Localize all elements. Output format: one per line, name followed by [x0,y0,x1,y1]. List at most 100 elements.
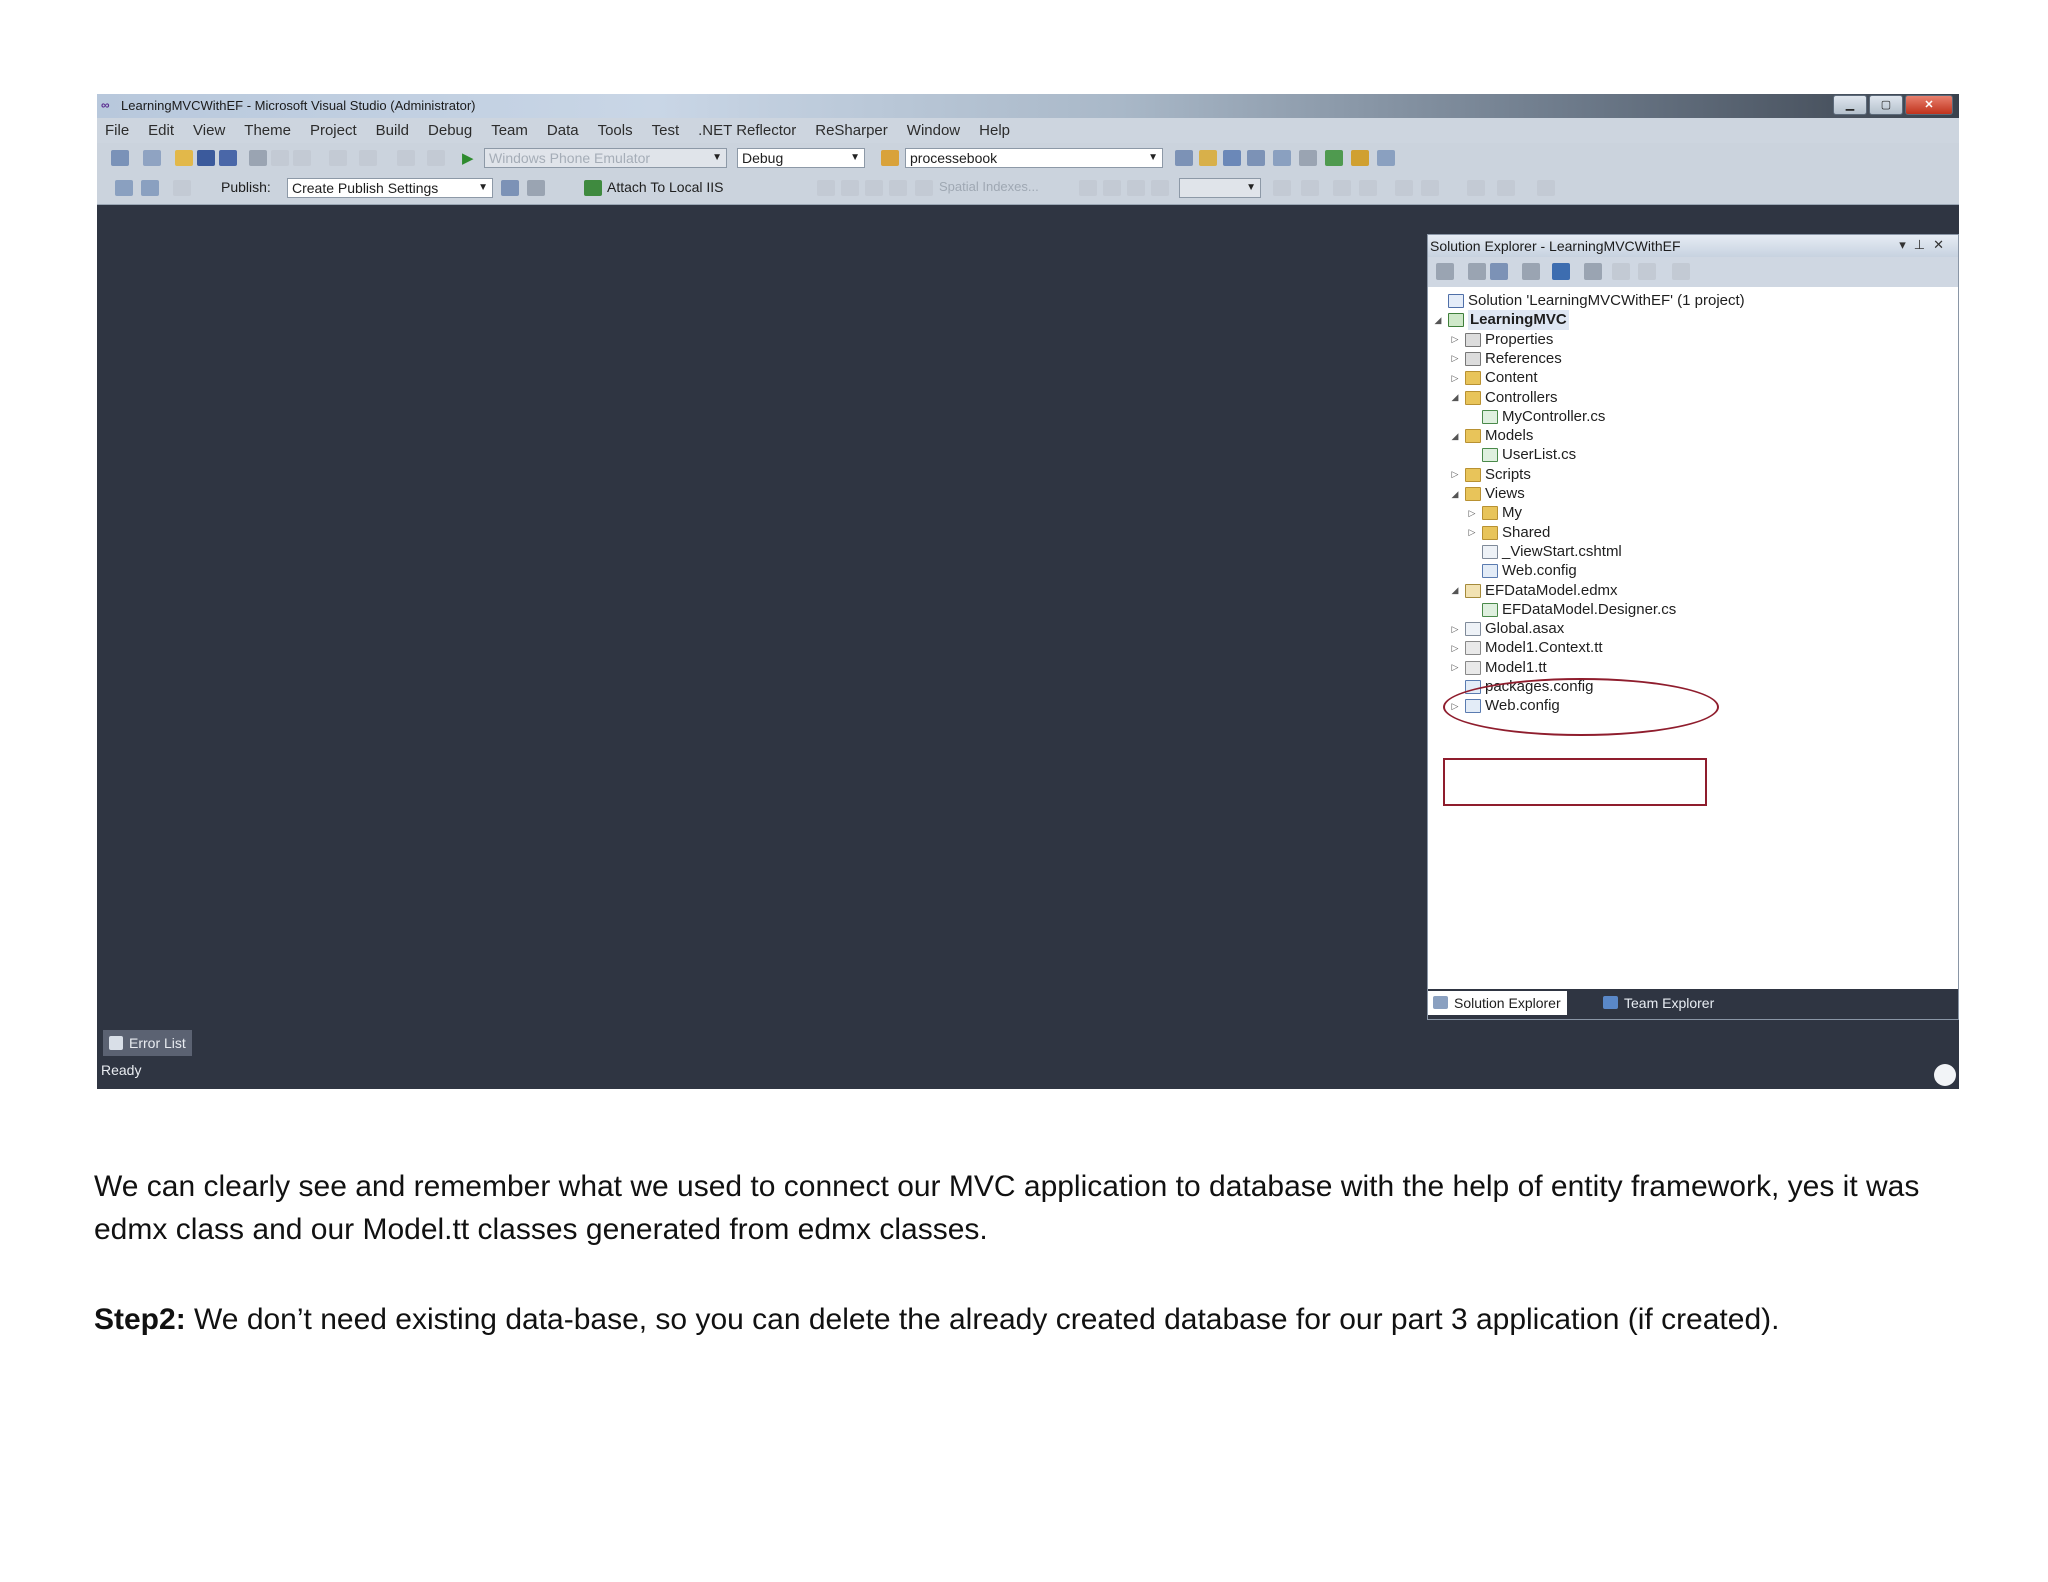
menu-team[interactable]: Team [491,122,528,139]
close-button[interactable]: ✕ [1905,95,1953,115]
object-browser-icon[interactable] [1199,150,1217,166]
tree-item[interactable]: ▷ Shared [1466,523,1551,543]
align-left-icon[interactable] [1333,180,1351,196]
spatial-indexes-label[interactable]: Spatial Indexes... [939,179,1039,194]
collapse-arrow-icon[interactable]: ◢ [1449,489,1461,500]
tree-item[interactable]: _ViewStart.cshtml [1466,542,1622,562]
tree-item[interactable]: ◢ Controllers [1449,388,1558,408]
attach-to-local-iis-label[interactable]: Attach To Local IIS [607,179,723,195]
collapse-arrow-icon[interactable]: ◢ [1449,431,1461,442]
tab-team-explorer[interactable]: Team Explorer [1598,991,1720,1015]
format-icon[interactable] [1537,180,1555,196]
manage-indexes-icon[interactable] [889,180,907,196]
collapse-arrow-icon[interactable]: ◢ [1432,315,1444,326]
view-code-icon[interactable] [1522,263,1540,280]
relationships-icon[interactable] [865,180,883,196]
menu-data[interactable]: Data [547,122,579,139]
start-debugging-icon[interactable]: ▶ [462,149,474,167]
add-new-item-icon[interactable] [1612,263,1630,280]
menu-window[interactable]: Window [907,122,960,139]
toolbox-icon[interactable] [1223,150,1241,166]
tree-item[interactable]: ▷ Properties [1449,330,1554,350]
configuration-combo[interactable]: Debug ▼ [737,148,865,168]
extension-manager-icon[interactable] [1299,150,1317,166]
spatial-indexes-icon[interactable] [915,180,933,196]
publish-web-icon[interactable] [501,180,519,196]
copy-icon[interactable] [271,150,289,166]
query-designer-icon[interactable] [817,180,835,196]
tree-item[interactable]: UserList.cs [1466,445,1576,465]
expand-arrow-icon[interactable]: ▷ [1449,334,1461,345]
tree-item[interactable]: ▷ Content [1449,368,1538,388]
new-project-icon[interactable] [111,150,129,166]
cut-icon[interactable] [249,150,267,166]
zoom-combo[interactable]: ▼ [1179,178,1261,198]
design-icon[interactable] [141,180,159,196]
maximize-button[interactable]: ▢ [1869,95,1903,115]
target-device-combo[interactable]: Windows Phone Emulator ▼ [484,148,727,168]
table-designer-icon[interactable] [841,180,859,196]
bookmark-icon[interactable] [1395,180,1413,196]
solution-explorer-icon[interactable] [1273,150,1291,166]
tree-item[interactable]: Solution 'LearningMVCWithEF' (1 project) [1432,291,1745,311]
tree-item[interactable]: ▷ Scripts [1449,465,1531,485]
expand-arrow-icon[interactable]: ▷ [1449,624,1461,635]
expand-arrow-icon[interactable]: ▷ [1449,353,1461,364]
expand-arrow-icon[interactable]: ▷ [1449,373,1461,384]
decrease-indent-icon[interactable] [1467,180,1485,196]
copy-website-icon[interactable] [1638,263,1656,280]
expand-arrow-icon[interactable]: ▷ [1449,469,1461,480]
menu-theme[interactable]: Theme [244,122,291,139]
menu-test[interactable]: Test [652,122,680,139]
navigate-back-icon[interactable] [397,150,415,166]
publish-options-icon[interactable] [527,180,545,196]
expand-arrow-icon[interactable]: ▷ [1466,508,1478,519]
paste-icon[interactable] [293,150,311,166]
find-in-files-icon[interactable] [881,150,899,166]
comment-icon[interactable] [1273,180,1291,196]
add-item-icon[interactable] [143,150,161,166]
menu-project[interactable]: Project [310,122,357,139]
save-all-icon[interactable] [219,150,237,166]
undo-icon[interactable] [329,150,347,166]
increase-indent-icon[interactable] [1497,180,1515,196]
tree-item[interactable]: ▷ My [1466,503,1522,523]
zoom-in-icon[interactable] [1079,180,1097,196]
expand-arrow-icon[interactable]: ▷ [1449,662,1461,673]
align-right-icon[interactable] [1359,180,1377,196]
menu-debug[interactable]: Debug [428,122,472,139]
find-combo[interactable]: processebook ▼ [905,148,1163,168]
redo-icon[interactable] [359,150,377,166]
view-designer-icon[interactable] [1552,263,1570,280]
navigate-forward-icon[interactable] [427,150,445,166]
menu-edit[interactable]: Edit [148,122,174,139]
collapse-arrow-icon[interactable]: ◢ [1449,392,1461,403]
menu-net-reflector[interactable]: .NET Reflector [698,122,796,139]
attach-iis-icon[interactable] [584,180,602,196]
tree-item[interactable]: ▷ References [1449,349,1562,369]
expand-arrow-icon[interactable]: ▷ [1466,527,1478,538]
find-symbol-icon[interactable] [1175,150,1193,166]
properties-icon[interactable] [1436,263,1454,280]
properties-window-icon[interactable] [1247,150,1265,166]
show-all-files-icon[interactable] [1468,263,1486,280]
error-list-tab[interactable]: Error List [103,1030,192,1056]
collapse-arrow-icon[interactable]: ◢ [1449,585,1461,596]
team-explorer-icon[interactable] [1351,150,1369,166]
open-folder-icon[interactable] [175,150,193,166]
menu-tools[interactable]: Tools [598,122,633,139]
panel-controls[interactable]: ▾⊥✕ [1899,237,1952,253]
tree-item[interactable]: ◢ LearningMVC [1432,310,1569,331]
menu-help[interactable]: Help [979,122,1010,139]
refresh-icon[interactable] [1490,263,1508,280]
save-icon[interactable] [197,150,215,166]
build-icon[interactable] [173,180,191,196]
expand-arrow-icon[interactable]: ▷ [1449,643,1461,654]
nest-related-files-icon[interactable] [1584,263,1602,280]
next-bookmark-icon[interactable] [1421,180,1439,196]
menu-file[interactable]: File [105,122,129,139]
tree-item[interactable]: ◢ EFDataModel.edmx [1449,581,1618,601]
tree-item[interactable]: Web.config [1466,561,1577,581]
layout-icon[interactable] [115,180,133,196]
menu-resharper[interactable]: ReSharper [815,122,888,139]
